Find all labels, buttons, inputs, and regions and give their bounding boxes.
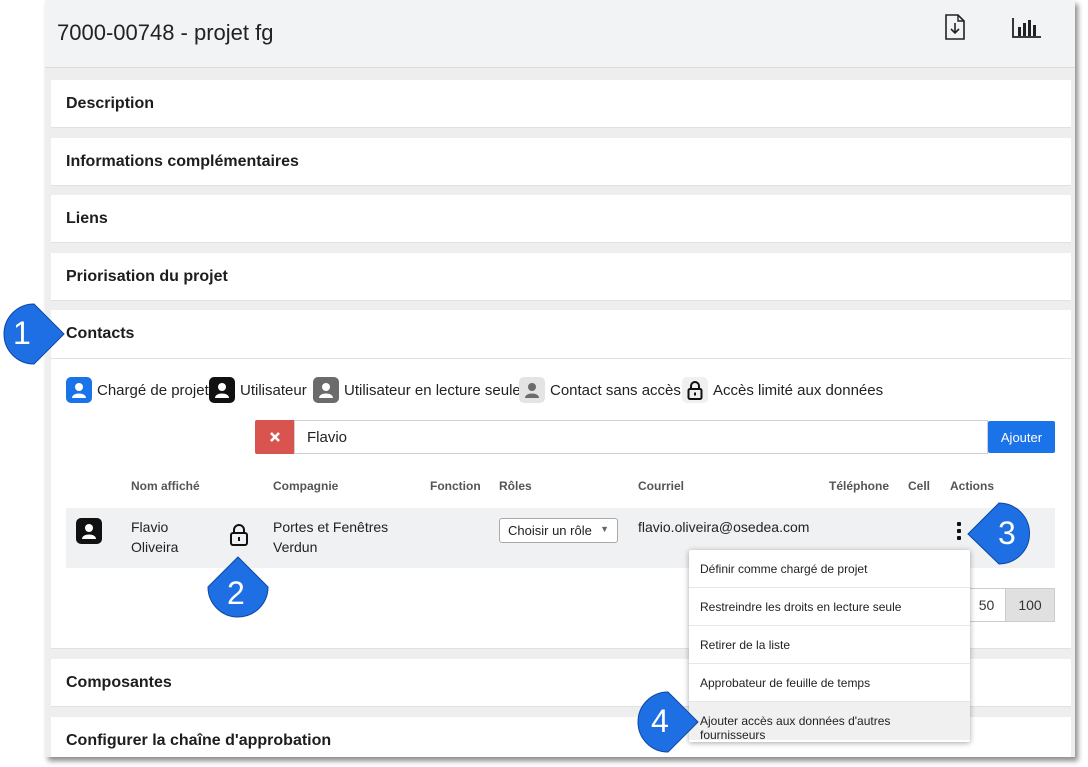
section-description[interactable]: Description (51, 80, 1071, 128)
column-header-email: Courriel (638, 479, 685, 493)
contact-company-line1: Portes et Fenêtres (273, 519, 389, 535)
legend-limited-access: Accès limité aux données (682, 377, 883, 403)
actions-menu: Définir comme chargé de projet Restreind… (689, 550, 970, 742)
section-title: Composantes (66, 674, 172, 691)
menu-item-remove-from-list[interactable]: Retirer de la liste (689, 626, 970, 664)
legend-label: Accès limité aux données (713, 381, 884, 399)
kebab-menu-icon[interactable] (956, 522, 962, 542)
contact-email: flavio.oliveira@osedea.com (638, 519, 810, 535)
section-title[interactable]: Contacts (66, 325, 134, 343)
legend-label: Utilisateur en lecture seule (344, 381, 521, 399)
column-header-phone: Téléphone (829, 479, 890, 493)
menu-item-timesheet-approver[interactable]: Approbateur de feuille de temps (689, 664, 970, 702)
close-icon (269, 432, 280, 442)
callout-number: 3 (998, 515, 1016, 551)
section-priorisation[interactable]: Priorisation du projet (51, 253, 1071, 301)
section-title: Description (66, 95, 155, 112)
section-title: Liens (66, 210, 108, 227)
legend-label: Utilisateur (240, 381, 307, 399)
legend-label: Chargé de projet (97, 381, 209, 399)
bar-chart-icon[interactable] (1011, 12, 1041, 42)
page-size-100[interactable]: 100 (1005, 588, 1055, 622)
section-title: Priorisation du projet (66, 268, 228, 285)
page-title: 7000-00748 - projet fg (57, 20, 274, 45)
callout-number: 4 (651, 703, 669, 739)
file-download-icon[interactable] (940, 12, 970, 42)
column-header-name: Nom affiché (131, 479, 200, 493)
legend-label: Contact sans accès (550, 381, 681, 399)
legend-no-access-contact: Contact sans accès (519, 377, 681, 403)
callout-number: 1 (13, 315, 31, 351)
menu-item-add-supplier-data-access[interactable]: Ajouter accès aux données d'autres fourn… (689, 702, 970, 742)
divider (51, 358, 1071, 359)
column-header-function: Fonction (430, 479, 481, 493)
legend-project-manager: Chargé de projet (66, 377, 209, 403)
callout-1: 1 (0, 301, 70, 372)
add-contact-button[interactable]: Ajouter (988, 421, 1055, 453)
callout-number: 2 (227, 575, 245, 611)
user-icon (76, 518, 102, 544)
lock-icon[interactable] (229, 523, 249, 552)
section-liens[interactable]: Liens (51, 195, 1071, 243)
page-size-50[interactable]: 50 (967, 588, 1005, 622)
contact-company-line2: Verdun (273, 539, 318, 555)
clear-search-button[interactable] (255, 420, 294, 454)
legend-read-only-user: Utilisateur en lecture seule (313, 377, 521, 403)
menu-item-set-project-manager[interactable]: Définir comme chargé de projet (689, 550, 970, 588)
contact-last-name: Oliveira (131, 539, 179, 555)
legend-user: Utilisateur (209, 377, 307, 403)
column-header-actions: Actions (950, 479, 995, 493)
column-header-company: Compagnie (273, 479, 339, 493)
callout-3: 3 (966, 501, 1036, 572)
caret-down-icon: ▼ (600, 524, 609, 534)
read-only-user-icon (313, 377, 339, 403)
role-select[interactable]: Choisir un rôle ▼ (499, 518, 618, 543)
contact-search-input[interactable]: Flavio (294, 420, 988, 454)
role-select-value: Choisir un rôle (508, 523, 592, 538)
section-informations[interactable]: Informations complémentaires (51, 138, 1071, 186)
no-access-contact-icon (519, 377, 545, 403)
project-header: 7000-00748 - projet fg (45, 0, 1075, 68)
menu-item-restrict-read-only[interactable]: Restreindre les droits en lecture seule (689, 588, 970, 626)
callout-4: 4 (634, 689, 704, 760)
project-panel: 7000-00748 - projet fg Description Infor… (45, 0, 1075, 757)
lock-icon (682, 377, 708, 403)
user-icon (209, 377, 235, 403)
project-manager-icon (66, 377, 92, 403)
column-header-roles: Rôles (499, 479, 532, 493)
column-header-cell: Cell (908, 479, 931, 493)
section-title: Informations complémentaires (66, 153, 299, 170)
contact-first-name: Flavio (131, 519, 169, 535)
section-title: Configurer la chaîne d'approbation (66, 732, 332, 749)
callout-2: 2 (203, 555, 273, 626)
